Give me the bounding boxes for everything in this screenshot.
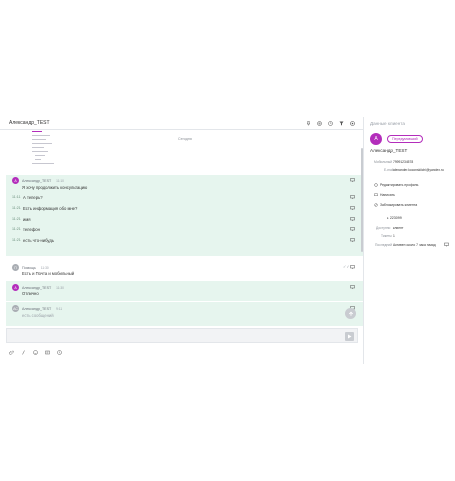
message-header: А Александр_TEST 11:10 bbox=[12, 177, 64, 184]
monitor-icon bbox=[350, 238, 355, 242]
edit-profile-button[interactable]: Редактировать профиль bbox=[374, 183, 418, 187]
last-seen-value: Активен около 7 часа назад bbox=[393, 243, 436, 247]
message-time: 11:30 bbox=[56, 285, 64, 290]
app: Александр_TEST Сегодня А Александр_TEST … bbox=[0, 117, 455, 364]
star-icon[interactable] bbox=[57, 350, 62, 355]
chat-header-icons bbox=[306, 120, 355, 126]
phone-value[interactable]: 79991234578 bbox=[393, 160, 413, 164]
message-header: А Александр_TEST 11:30 bbox=[12, 284, 64, 291]
client-avatar: А bbox=[370, 133, 382, 145]
tickets-label: Тикеты bbox=[381, 234, 392, 238]
message-text: телефон bbox=[23, 227, 40, 232]
client-name: Александр_TEST bbox=[370, 148, 408, 153]
status-badge[interactable]: Передумавший bbox=[387, 135, 423, 143]
message-time: 11:21 bbox=[12, 238, 21, 242]
message-text: Есть информация обо мне? bbox=[23, 206, 78, 211]
avatar: А bbox=[12, 177, 19, 184]
tickets-value: 1 bbox=[393, 234, 395, 238]
message-text: А теперь? bbox=[23, 195, 43, 200]
status-value: клиент bbox=[393, 226, 404, 230]
last-seen-label: Последний bbox=[375, 243, 392, 247]
message-author: Помощь bbox=[22, 265, 36, 270]
block-client-button[interactable]: Заблокировать клиента bbox=[374, 203, 417, 207]
avatar: А bbox=[12, 284, 19, 291]
pin-icon[interactable] bbox=[306, 120, 311, 126]
block-icon bbox=[374, 203, 378, 207]
message-time: 11:21 bbox=[12, 227, 21, 231]
message-group: А Александр_TEST 11:10 Я хочу продолжить… bbox=[6, 175, 363, 256]
message-author: Александр_TEST bbox=[22, 285, 52, 290]
phone-label: Мобильный bbox=[374, 160, 393, 164]
email-label: E-mail bbox=[384, 168, 394, 172]
scroll-down-button[interactable] bbox=[345, 308, 356, 319]
monitor-icon bbox=[350, 227, 355, 231]
email-value[interactable]: alexander.koconskiichi@yandex.ru bbox=[393, 168, 451, 172]
filter-icon[interactable] bbox=[339, 121, 344, 126]
message-time: 11:30 bbox=[40, 265, 49, 270]
monitor-icon bbox=[350, 285, 355, 289]
composer-toolbar bbox=[9, 350, 62, 355]
edit-profile-label: Редактировать профиль bbox=[380, 183, 419, 187]
monitor-icon bbox=[350, 178, 355, 182]
send-icon bbox=[348, 334, 352, 339]
message-time: 11:21 bbox=[12, 206, 21, 210]
message-text: Есть и Почта и мобильный bbox=[22, 271, 75, 276]
emoji-icon[interactable] bbox=[33, 350, 38, 355]
avatar: АС bbox=[12, 305, 19, 312]
message-text: Отлично bbox=[22, 291, 39, 296]
message-group: А Александр_TEST 11:30 Отлично bbox=[6, 281, 363, 301]
message-text: Я хочу продолжить консультацию bbox=[22, 185, 88, 190]
chat-header: Александр_TEST bbox=[0, 117, 364, 130]
message-time: 11:21 bbox=[12, 217, 21, 221]
read-check-icon: ✓✓ bbox=[343, 264, 350, 269]
client-panel-title: Данные клиента bbox=[370, 121, 405, 126]
timer-icon[interactable] bbox=[328, 120, 333, 126]
message-header: П Помощь 11:30 bbox=[12, 264, 49, 271]
write-button[interactable]: Написать bbox=[374, 193, 395, 197]
chat-title: Александр_TEST bbox=[9, 120, 50, 126]
monitor-icon bbox=[350, 195, 355, 199]
hashtag-icon[interactable] bbox=[317, 120, 322, 126]
message-text: имя bbox=[23, 217, 31, 222]
slash-icon[interactable] bbox=[21, 350, 26, 355]
attach-icon[interactable] bbox=[9, 350, 14, 355]
monitor-icon bbox=[350, 206, 355, 210]
client-panel: Данные клиента А Передумавший Александр_… bbox=[365, 117, 455, 364]
monitor-icon bbox=[350, 265, 355, 269]
message-group: АС Александр_TEST 9:11 есть сообщений bbox=[6, 302, 363, 326]
monitor-icon bbox=[444, 242, 449, 247]
message-composer[interactable] bbox=[6, 328, 358, 343]
status-label: Доступно bbox=[376, 226, 391, 230]
message-time: 11:11 bbox=[12, 195, 21, 199]
send-button[interactable] bbox=[345, 332, 354, 341]
gear-icon bbox=[374, 183, 378, 187]
client-id-row[interactable]: ▸ 223099 bbox=[387, 216, 402, 220]
arrow-up-icon bbox=[348, 311, 353, 316]
avatar: П bbox=[12, 264, 19, 271]
document-preview[interactable] bbox=[28, 130, 68, 172]
message-time: 11:10 bbox=[56, 178, 64, 183]
message-header: АС Александр_TEST 9:11 bbox=[12, 305, 62, 312]
settings-icon[interactable] bbox=[350, 120, 355, 126]
block-client-label: Заблокировать клиента bbox=[380, 203, 418, 207]
client-id: 223099 bbox=[389, 216, 402, 220]
chat-icon bbox=[374, 193, 378, 196]
client-summary: А Передумавший bbox=[370, 133, 423, 145]
chat-panel: Александр_TEST Сегодня А Александр_TEST … bbox=[0, 117, 364, 364]
write-label: Написать bbox=[380, 193, 395, 197]
monitor-icon bbox=[350, 217, 355, 221]
day-label: Сегодня bbox=[178, 137, 192, 141]
thread-scrollbar[interactable] bbox=[361, 148, 363, 252]
message-thread[interactable]: Сегодня А Александр_TEST 11:10 Я хочу пр… bbox=[6, 130, 363, 326]
message-text: есть сообщений bbox=[22, 313, 54, 318]
message-text: есть что-нибудь bbox=[23, 238, 54, 243]
template-icon[interactable] bbox=[45, 350, 50, 355]
message-author: Александр_TEST bbox=[22, 306, 52, 311]
message-time: 9:11 bbox=[56, 306, 63, 311]
message-author: Александр_TEST bbox=[22, 178, 52, 183]
